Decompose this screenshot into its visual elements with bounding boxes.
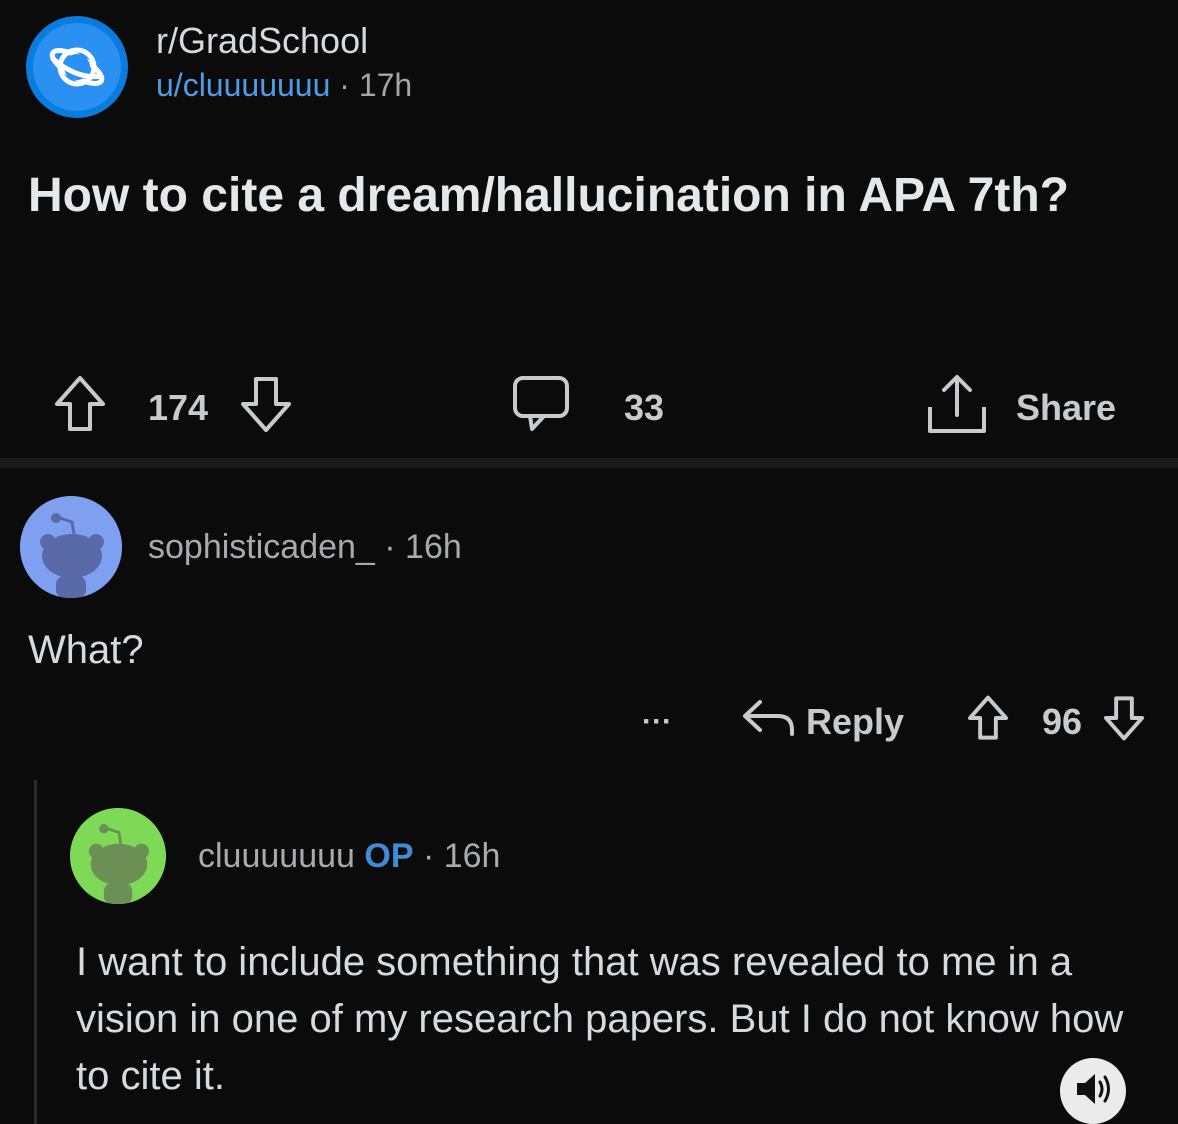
comment-age: 16h (405, 527, 462, 566)
post-meta: u/cluuuuuuu · 17h (156, 63, 412, 107)
avatar[interactable] (70, 808, 166, 904)
comment-username[interactable]: cluuuuuuu (198, 837, 355, 875)
comment-username[interactable]: sophisticaden_ (148, 528, 375, 566)
reply-button[interactable]: Reply (740, 690, 904, 754)
reddit-post-screenshot: r/GradSchool u/cluuuuuuu · 17h How to ci… (0, 0, 1178, 1124)
comment-count: 33 (624, 387, 665, 428)
comment-header: cluuuuuuu OP · 16h (70, 808, 500, 904)
speaker-icon (1073, 1071, 1113, 1112)
comment-body: What? (28, 628, 144, 672)
post-header-text: r/GradSchool u/cluuuuuuu · 17h (156, 19, 412, 107)
comment-meta: cluuuuuuu OP · 16h (198, 837, 500, 876)
more-options-button[interactable]: ··· (642, 690, 672, 754)
arrow-up-icon[interactable] (966, 693, 1010, 752)
comment-actions: ··· Reply 96 (0, 690, 1178, 754)
comment-vote-group: 96 (966, 690, 1146, 754)
comment-header: sophisticaden_ · 16h (20, 496, 462, 598)
arrow-up-icon[interactable] (52, 373, 108, 444)
post-age: 17h (358, 67, 413, 103)
subreddit-avatar[interactable] (26, 16, 128, 118)
post-author[interactable]: u/cluuuuuuu (156, 67, 330, 103)
vote-group: 174 (52, 370, 294, 446)
share-button[interactable]: Share (922, 370, 1116, 446)
reply-arrow-icon (740, 696, 796, 749)
subreddit-name[interactable]: r/GradSchool (156, 19, 412, 63)
planet-icon (33, 23, 121, 111)
upvote-count: 174 (148, 387, 209, 428)
thread-line[interactable] (34, 780, 37, 1124)
speech-bubble-icon (510, 372, 572, 445)
meta-separator: · (330, 67, 359, 103)
comment-body: I want to include something that was rev… (76, 940, 1124, 1098)
snoo-avatar-icon (70, 808, 166, 904)
comment-age: 16h (443, 836, 501, 875)
comment-meta: sophisticaden_ · 16h (148, 528, 462, 567)
arrow-down-icon[interactable] (238, 373, 294, 444)
meta-separator: · (413, 836, 444, 875)
arrow-down-icon[interactable] (1102, 693, 1146, 752)
post-header: r/GradSchool u/cluuuuuuu · 17h (26, 12, 412, 122)
post-action-bar: 174 33 Share (0, 370, 1178, 446)
avatar[interactable] (20, 496, 122, 598)
sound-toggle-button[interactable] (1060, 1058, 1126, 1124)
op-badge: OP (364, 836, 414, 875)
snoo-avatar-icon (20, 496, 122, 598)
share-icon (922, 371, 992, 446)
post-title[interactable]: How to cite a dream/hallucination in APA… (28, 166, 1168, 226)
meta-separator: · (374, 527, 406, 566)
reply-label: Reply (806, 701, 905, 742)
section-divider (0, 458, 1178, 468)
comments-button[interactable]: 33 (510, 370, 664, 446)
share-label: Share (1016, 387, 1117, 428)
comment-vote-count: 96 (1042, 701, 1083, 742)
